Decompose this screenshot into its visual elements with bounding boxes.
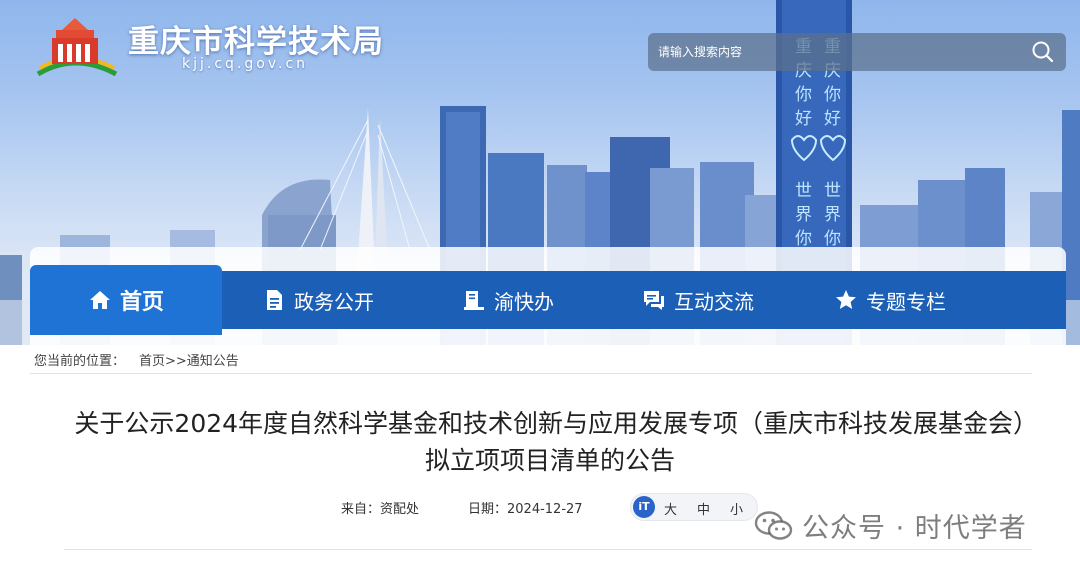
nav-label-government-affairs: 政务公开: [294, 289, 374, 314]
nav-item-government-affairs[interactable]: 政务公开: [262, 271, 374, 329]
article-source: 来自：资配处: [341, 502, 420, 517]
font-size-medium-button[interactable]: 中: [697, 499, 710, 518]
breadcrumb: 您当前的位置： 首页>>通知公告: [34, 350, 239, 369]
document-icon: [267, 290, 282, 310]
svg-text:世: 世: [795, 181, 812, 201]
svg-text:世: 世: [824, 181, 841, 201]
watermark-text: 公众号 · 时代学者: [802, 513, 1027, 544]
wechat-watermark: 公众号 · 时代学者: [754, 506, 1027, 545]
svg-text:你: 你: [795, 229, 812, 249]
breadcrumb-prefix: 您当前的位置：: [34, 354, 126, 369]
font-size-icon: iT: [633, 496, 655, 518]
search-icon: [1032, 41, 1054, 63]
nav-label-special-topics: 专题专栏: [866, 289, 946, 314]
star-icon: [836, 290, 856, 309]
svg-text:你: 你: [795, 85, 812, 105]
service-icon: [464, 291, 484, 310]
svg-text:你: 你: [824, 85, 841, 105]
breadcrumb-path[interactable]: 首页>>通知公告: [139, 354, 239, 369]
nav-item-special-topics[interactable]: 专题专栏: [834, 271, 946, 329]
divider: [64, 549, 1032, 550]
wechat-icon: [754, 510, 793, 540]
nav-item-yukuaiban[interactable]: 渝快办: [462, 271, 554, 329]
article-title: 关于公示2024年度自然科学基金和技术创新与应用发展专项（重庆市科技发展基金会）…: [74, 409, 1026, 475]
font-size-small-button[interactable]: 小: [730, 499, 743, 518]
search-input[interactable]: [658, 41, 1008, 63]
svg-text:界: 界: [795, 205, 812, 225]
search-box: [648, 33, 1066, 71]
nav-item-home[interactable]: 首页: [30, 265, 222, 335]
site-domain: kjj.cq.gov.cn: [182, 56, 309, 72]
nav-label-home: 首页: [119, 290, 164, 315]
svg-text:你: 你: [824, 229, 841, 249]
home-icon: [89, 291, 110, 309]
search-button[interactable]: [1030, 39, 1056, 65]
chat-icon: [644, 291, 664, 310]
nav-label-interaction: 互动交流: [674, 289, 754, 314]
divider: [30, 373, 1032, 374]
site-logo: [36, 18, 118, 77]
font-size-large-button[interactable]: 大: [664, 499, 677, 518]
article-date: 日期：2024-12-27: [468, 502, 583, 517]
nav-label-yukuaiban: 渝快办: [494, 289, 554, 314]
svg-text:界: 界: [824, 205, 841, 225]
font-size-control: iT 大 中 小: [630, 493, 758, 521]
site-title[interactable]: 重庆市科学技术局: [128, 16, 384, 61]
svg-text:好: 好: [795, 109, 812, 129]
svg-text:好: 好: [824, 109, 841, 129]
nav-item-interaction[interactable]: 互动交流: [642, 271, 754, 329]
page: 重 庆 你 好 重 庆 你 好 世 界 你 世 界 你: [0, 0, 1080, 567]
